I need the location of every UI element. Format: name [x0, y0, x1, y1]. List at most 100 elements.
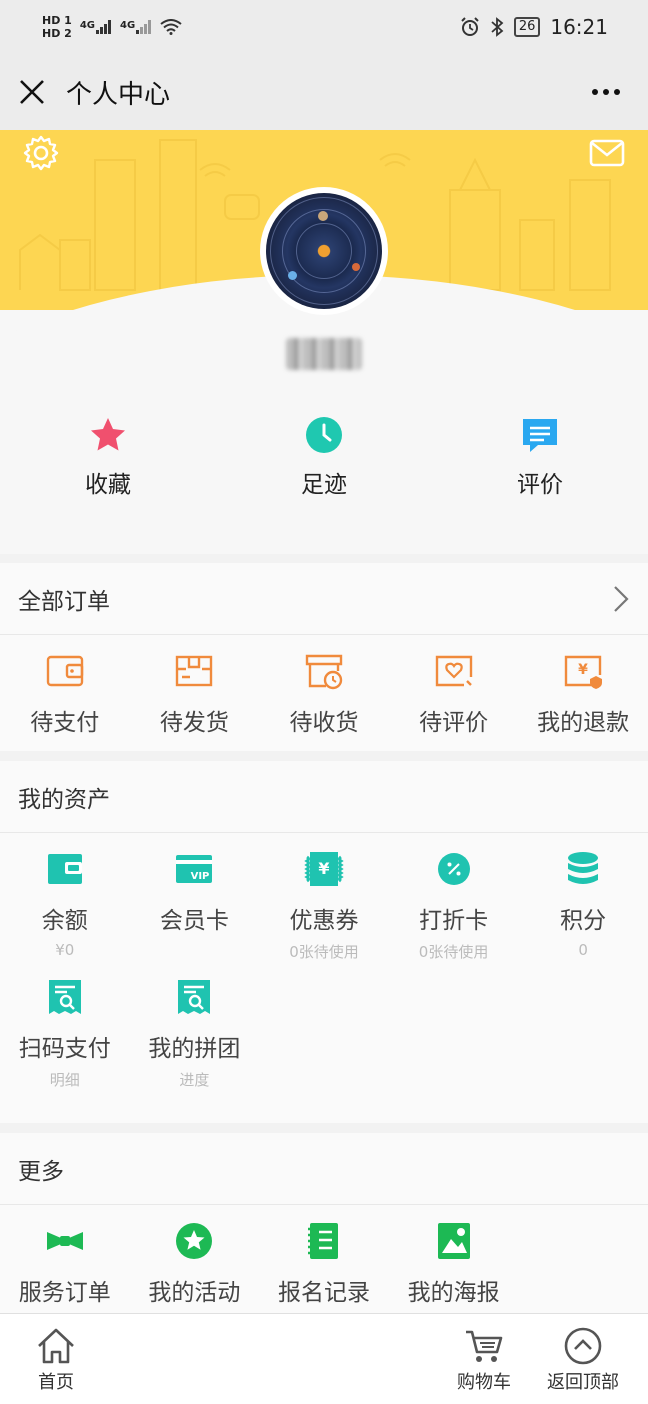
- asset-label: 优惠券: [289, 908, 359, 934]
- tab-home-label: 首页: [38, 1371, 74, 1393]
- close-button[interactable]: [0, 54, 64, 130]
- assets-header: 我的资产: [0, 761, 648, 833]
- status-time: 16:21: [550, 15, 608, 39]
- svg-text:¥: ¥: [578, 662, 588, 678]
- notebook-icon: [307, 1223, 338, 1259]
- wallet-icon: [46, 655, 83, 687]
- reviews-button[interactable]: 评价: [432, 415, 648, 525]
- clock-icon: [306, 417, 342, 453]
- asset-subtext: 0: [578, 941, 588, 959]
- poster-icon: [437, 1223, 470, 1259]
- signal-icon: [96, 20, 111, 34]
- asset-balance[interactable]: 余额 ¥0: [0, 833, 130, 961]
- tab-home[interactable]: 首页: [24, 1314, 88, 1404]
- favorites-button[interactable]: 收藏: [0, 415, 216, 525]
- asset-label: 打折卡: [419, 908, 489, 934]
- net2-label: 4G: [120, 20, 136, 31]
- signal-2: 4G: [120, 20, 152, 34]
- asset-group-buy[interactable]: 我的拼团 进度: [130, 961, 260, 1089]
- sim1-label: HD 1: [42, 14, 72, 27]
- refund-icon: ¥: [564, 655, 603, 689]
- discount-icon: [437, 853, 470, 885]
- battery-indicator: 26: [513, 17, 541, 37]
- status-right: 26 16:21: [460, 15, 608, 39]
- scan-receipt-icon: [48, 980, 81, 1014]
- more-registration-records[interactable]: 报名记录: [259, 1205, 389, 1307]
- asset-points[interactable]: 积分 0: [518, 833, 648, 961]
- tab-cart-label: 购物车: [457, 1371, 511, 1393]
- back-to-top-label: 返回顶部: [547, 1371, 619, 1393]
- settings-button[interactable]: [22, 134, 60, 172]
- back-to-top-button[interactable]: 返回顶部: [540, 1314, 626, 1404]
- more-dot: [592, 89, 598, 95]
- orders-grid: 待支付 待发货 待收货 待评价 ¥ 我的退款: [0, 635, 648, 737]
- order-pending-shipment[interactable]: 待发货: [130, 635, 260, 737]
- status-bar: HD 1 HD 2 4G 4G 26 16:21: [0, 0, 648, 54]
- page-title: 个人中心: [66, 79, 171, 110]
- asset-subtext: 0张待使用: [418, 943, 489, 961]
- close-icon: [20, 80, 44, 104]
- order-pending-review[interactable]: 待评价: [389, 635, 519, 737]
- asset-label: 会员卡: [159, 908, 229, 934]
- asset-subtext: 0张待使用: [289, 943, 359, 961]
- coupon-icon: ¥: [304, 852, 344, 886]
- star-icon: [91, 418, 125, 451]
- more-dot: [614, 89, 620, 95]
- more-menu-button[interactable]: [584, 74, 628, 110]
- avatar[interactable]: [260, 187, 388, 315]
- wallet-icon: [47, 854, 82, 884]
- asset-subtext: 明细: [49, 1071, 80, 1089]
- order-label: 待评价: [419, 710, 489, 736]
- order-label: 待发货: [159, 710, 229, 736]
- wifi-icon: [160, 19, 182, 35]
- gear-icon: [23, 135, 59, 171]
- comment-icon: [523, 419, 557, 452]
- asset-subtext: 进度: [179, 1071, 210, 1089]
- order-refunds[interactable]: ¥ 我的退款: [518, 635, 648, 737]
- asset-member-card[interactable]: VIP 会员卡: [130, 833, 260, 961]
- coins-icon: [568, 852, 599, 884]
- more-service-orders[interactable]: 服务订单: [0, 1205, 130, 1307]
- orders-header[interactable]: 全部订单: [0, 563, 648, 635]
- tab-cart[interactable]: 购物车: [446, 1314, 522, 1404]
- order-label: 待收货: [289, 710, 359, 736]
- home-icon: [38, 1328, 74, 1363]
- favorites-label: 收藏: [85, 472, 131, 498]
- order-label: 我的退款: [537, 710, 630, 736]
- more-grid: 服务订单 我的活动 报名记录 我的海报: [0, 1205, 648, 1307]
- asset-discount-card[interactable]: 打折卡 0张待使用: [389, 833, 519, 961]
- assets-title: 我的资产: [18, 786, 110, 813]
- history-button[interactable]: 足迹: [216, 415, 432, 525]
- asset-subtext: ¥0: [55, 941, 75, 959]
- more-dot: [603, 89, 609, 95]
- title-bar: 个人中心: [0, 54, 648, 130]
- more-my-activities[interactable]: 我的活动: [130, 1205, 260, 1307]
- more-label: 我的活动: [148, 1280, 241, 1306]
- status-left: HD 1 HD 2 4G 4G: [42, 14, 182, 40]
- net1-label: 4G: [79, 20, 95, 31]
- order-pending-receipt[interactable]: 待收货: [259, 635, 389, 737]
- avatar-planet: [352, 263, 360, 271]
- more-label: 我的海报: [407, 1280, 500, 1306]
- asset-label: 积分: [560, 908, 607, 934]
- username-blurred: [286, 338, 362, 370]
- asset-label: 余额: [41, 908, 88, 934]
- order-pending-payment[interactable]: 待支付: [0, 635, 130, 737]
- bottom-tab-bar: 首页 购物车 返回顶部: [0, 1313, 648, 1404]
- asset-scan-pay[interactable]: 扫码支付 明细: [0, 961, 130, 1089]
- svg-text:¥: ¥: [318, 859, 329, 878]
- asset-coupons[interactable]: ¥ 优惠券 0张待使用: [259, 833, 389, 961]
- orders-title: 全部订单: [18, 588, 110, 615]
- vip-card-icon: VIP: [176, 855, 213, 883]
- more-my-posters[interactable]: 我的海报: [389, 1205, 519, 1307]
- arrow-up-circle-icon: [564, 1327, 602, 1364]
- profile-header: 收藏 足迹 评价: [0, 130, 648, 554]
- group-receipt-icon: [178, 980, 211, 1014]
- messages-button[interactable]: [588, 134, 626, 172]
- chevron-right-icon: [614, 585, 629, 612]
- avatar-planet: [288, 271, 297, 280]
- assets-grid: 余额 ¥0 VIP 会员卡 ¥ 优惠券 0张待使用 打折卡 0张待使用 积分 0…: [0, 833, 648, 1089]
- package-icon: [176, 655, 213, 687]
- alarm-icon: [461, 17, 479, 36]
- asset-label: 扫码支付: [18, 1036, 111, 1062]
